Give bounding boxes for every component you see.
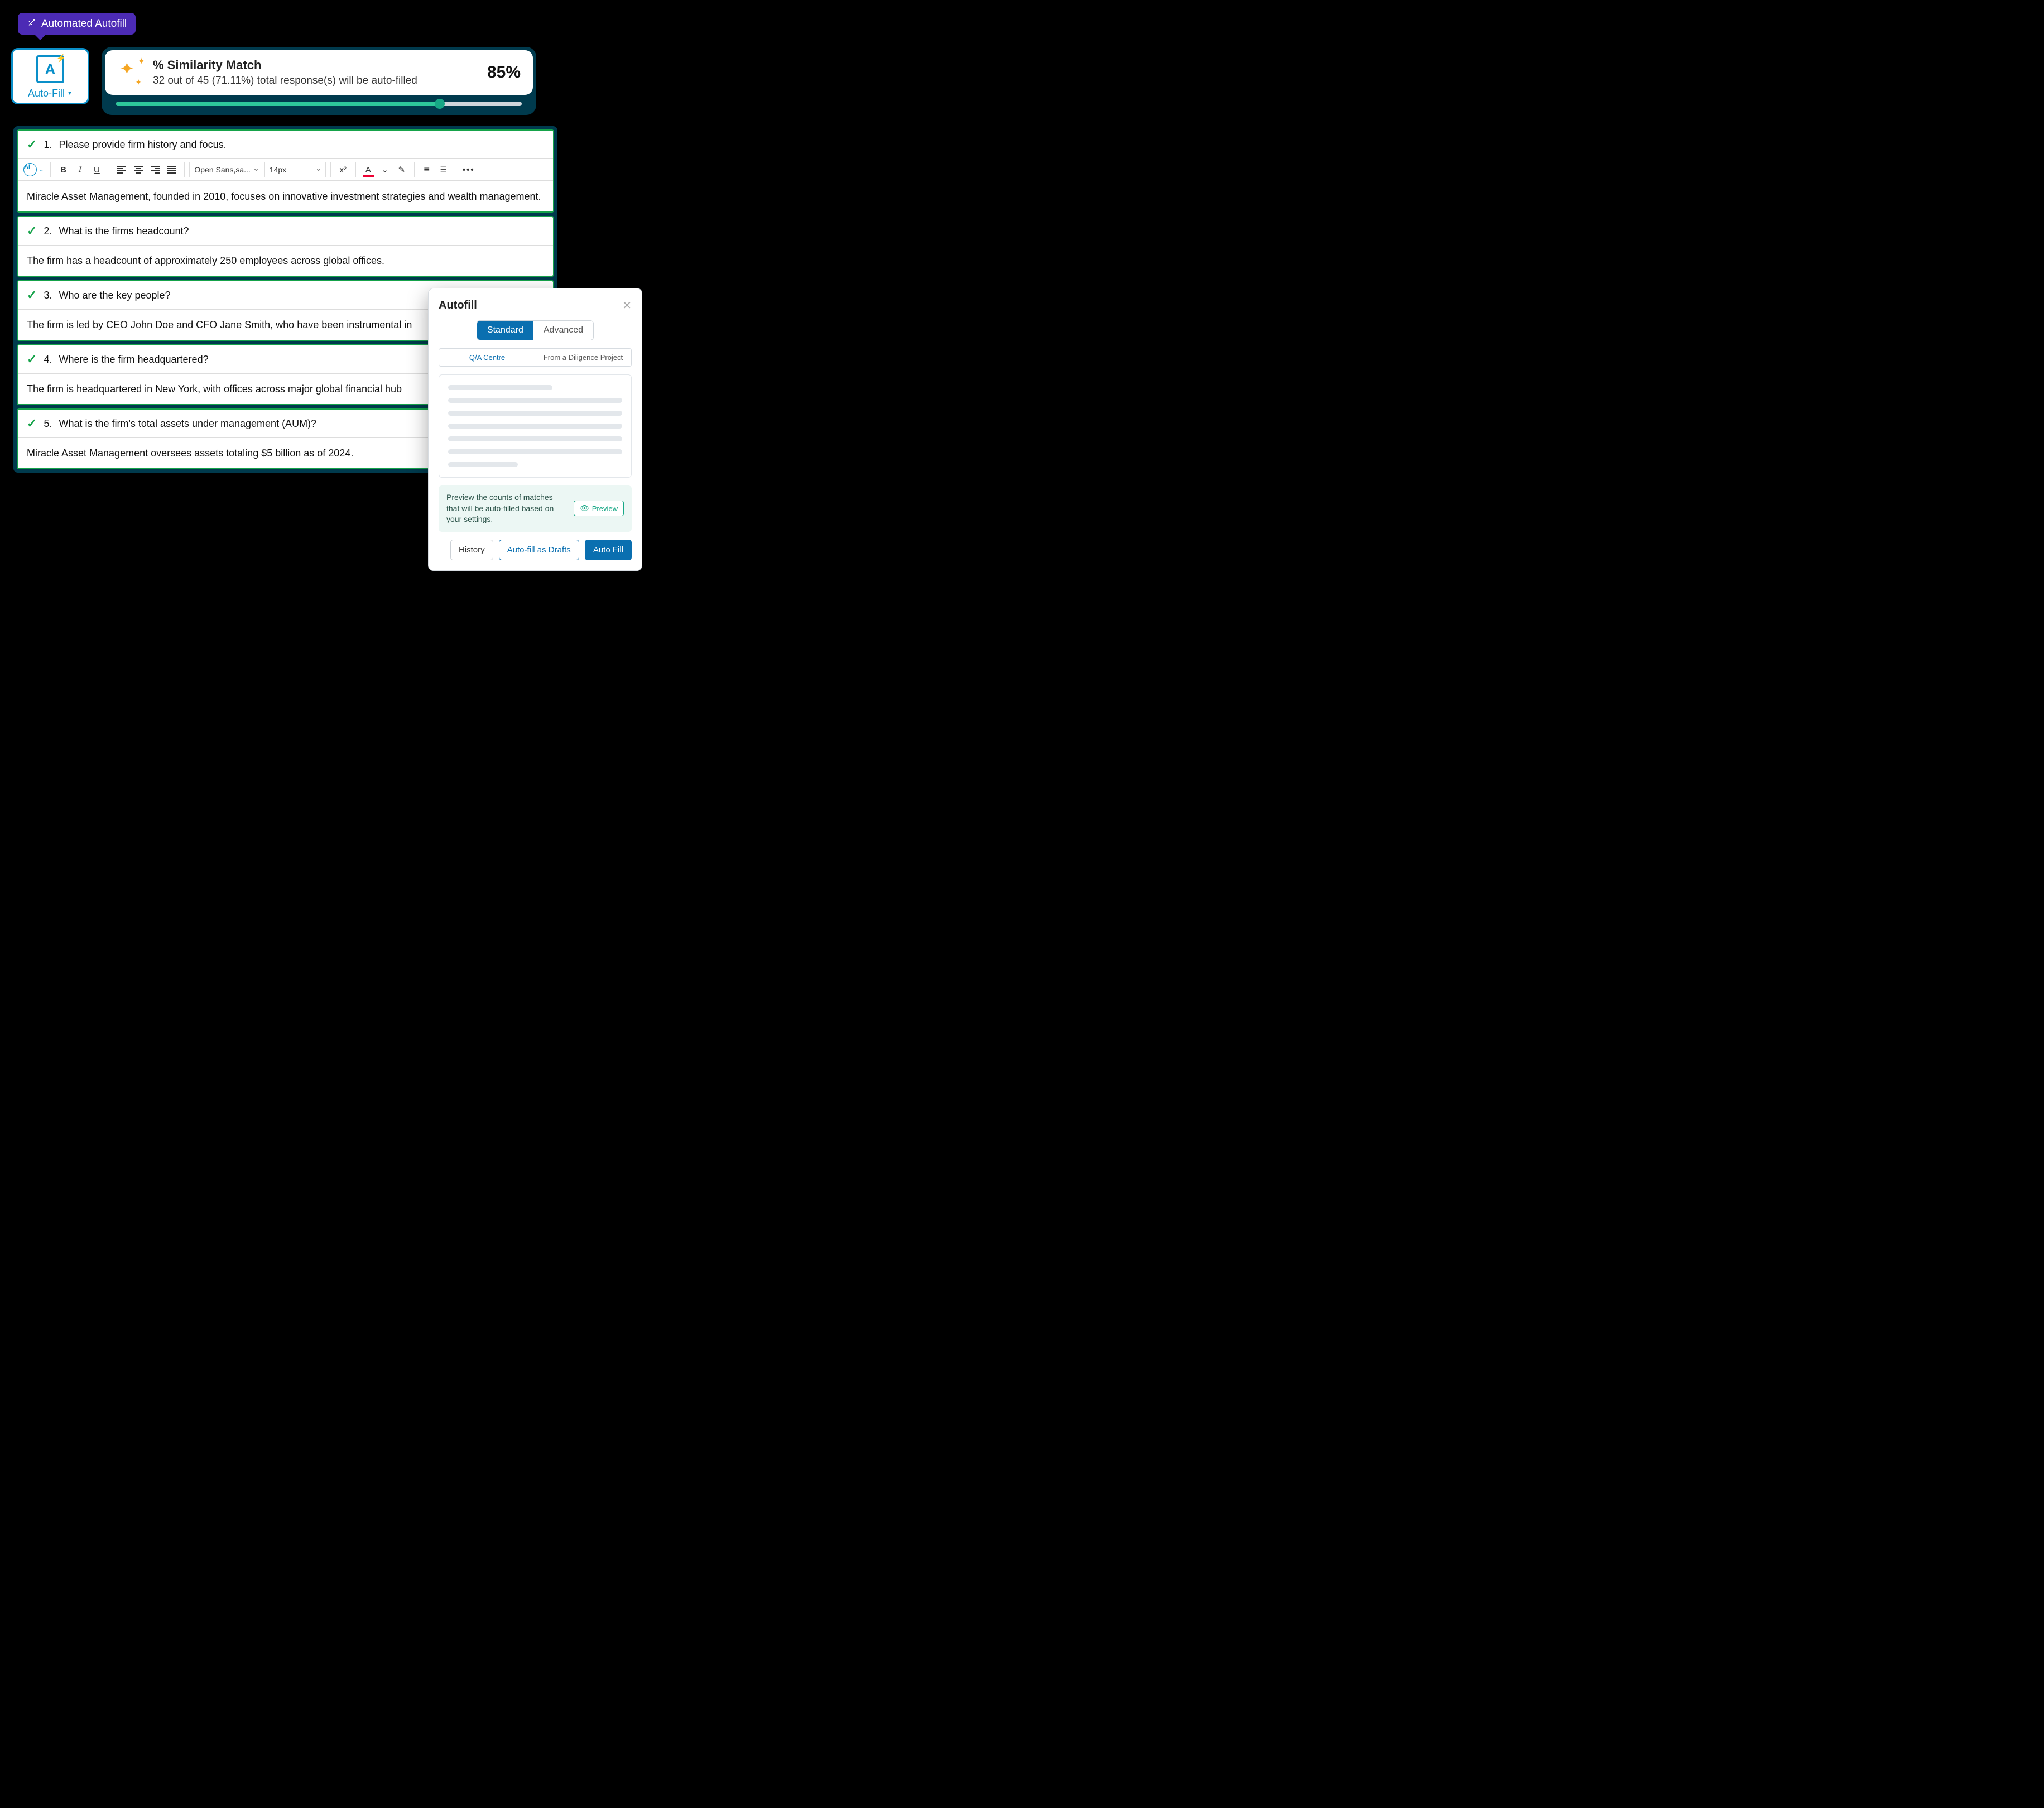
autofill-dropdown-button[interactable]: A ⚡ Auto-Fill ▼ [11, 48, 89, 104]
sparkle-icon: ✦ ✦ ✦ [117, 59, 144, 86]
answer-text[interactable]: Miracle Asset Management, founded in 201… [18, 181, 553, 211]
question-number: 4. [44, 354, 52, 366]
superscript-button[interactable]: x² [335, 161, 351, 178]
question-card: ✓ 2. What is the firms headcount? The fi… [17, 216, 554, 277]
magic-wand-icon [27, 17, 37, 30]
question-text: Who are the key people? [59, 290, 170, 301]
similarity-percent: 85% [487, 63, 521, 82]
panel-mode-tabs: Standard Advanced [439, 320, 632, 340]
history-button[interactable]: History [450, 540, 493, 560]
question-number: 3. [44, 290, 52, 301]
autofill-panel: Autofill ✕ Standard Advanced Q/A Centre … [428, 288, 642, 571]
bullet-list-button[interactable]: ≣ [419, 161, 435, 178]
question-header: ✓ 2. What is the firms headcount? [18, 217, 553, 245]
preview-message: Preview the counts of matches that will … [446, 492, 567, 525]
panel-source-tabs: Q/A Centre From a Diligence Project [439, 348, 632, 367]
panel-title: Autofill [439, 299, 477, 312]
question-text: Where is the firm headquartered? [59, 354, 208, 366]
underline-button[interactable]: U [89, 161, 104, 178]
question-header: ✓ 1. Please provide firm history and foc… [18, 131, 553, 158]
question-text: What is the firms headcount? [59, 225, 189, 237]
autofill-link[interactable]: Auto-Fill ▼ [28, 88, 73, 99]
font-size-select[interactable]: 14px [264, 162, 326, 177]
close-button[interactable]: ✕ [622, 299, 632, 312]
eye-icon: 👁 [580, 504, 589, 513]
answer-text[interactable]: The firm has a headcount of approximatel… [18, 245, 553, 276]
subtab-qa-centre[interactable]: Q/A Centre [439, 349, 535, 366]
autofill-button[interactable]: Auto Fill [585, 540, 632, 560]
font-color-caret[interactable]: ⌄ [377, 161, 393, 178]
tab-standard[interactable]: Standard [477, 321, 533, 340]
preview-notice: Preview the counts of matches that will … [439, 485, 632, 532]
align-left-button[interactable] [114, 161, 129, 178]
align-justify-button[interactable] [164, 161, 180, 178]
ai-icon: AI [23, 163, 37, 176]
rich-text-toolbar: AI ⌄ B I U Open Sans,sa... 14px x² A ⌄ ✎… [18, 158, 553, 181]
similarity-title: % Similarity Match [153, 58, 472, 73]
similarity-fill [116, 102, 441, 106]
similarity-panel: ✦ ✦ ✦ % Similarity Match 32 out of 45 (7… [102, 47, 536, 115]
subtab-diligence[interactable]: From a Diligence Project [535, 349, 631, 366]
question-number: 5. [44, 418, 52, 430]
caret-down-icon: ▼ [67, 90, 73, 97]
numbered-list-button[interactable]: ☰ [436, 161, 451, 178]
question-card: ✓ 1. Please provide firm history and foc… [17, 129, 554, 213]
tooltip-label: Automated Autofill [41, 18, 127, 30]
tab-advanced[interactable]: Advanced [533, 321, 593, 340]
highlight-button[interactable]: ✎ [394, 161, 410, 178]
more-options-button[interactable]: ••• [461, 161, 477, 178]
font-color-button[interactable]: A [360, 161, 376, 178]
automated-autofill-tooltip: Automated Autofill [18, 13, 136, 35]
question-text: What is the firm's total assets under ma… [59, 418, 316, 430]
autofill-drafts-button[interactable]: Auto-fill as Drafts [499, 540, 579, 560]
font-family-select[interactable]: Open Sans,sa... [189, 162, 263, 177]
panel-actions: History Auto-fill as Drafts Auto Fill [439, 540, 632, 560]
question-number: 2. [44, 225, 52, 237]
caret-down-icon: ⌄ [39, 167, 44, 173]
check-icon: ✓ [27, 288, 37, 302]
align-center-button[interactable] [131, 161, 146, 178]
slider-handle[interactable] [435, 99, 445, 109]
question-text: Please provide firm history and focus. [59, 139, 226, 151]
italic-button[interactable]: I [72, 161, 88, 178]
check-icon: ✓ [27, 416, 37, 431]
similarity-slider[interactable] [116, 102, 522, 106]
check-icon: ✓ [27, 137, 37, 152]
question-number: 1. [44, 139, 52, 151]
autofill-icon: A ⚡ [36, 55, 64, 83]
bold-button[interactable]: B [55, 161, 71, 178]
check-icon: ✓ [27, 352, 37, 367]
preview-button[interactable]: 👁 Preview [574, 501, 624, 516]
content-placeholder [439, 374, 632, 478]
ai-assist-button[interactable]: AI ⌄ [23, 163, 44, 176]
similarity-subtitle: 32 out of 45 (71.11%) total response(s) … [153, 75, 472, 87]
align-right-button[interactable] [147, 161, 163, 178]
check-icon: ✓ [27, 224, 37, 238]
